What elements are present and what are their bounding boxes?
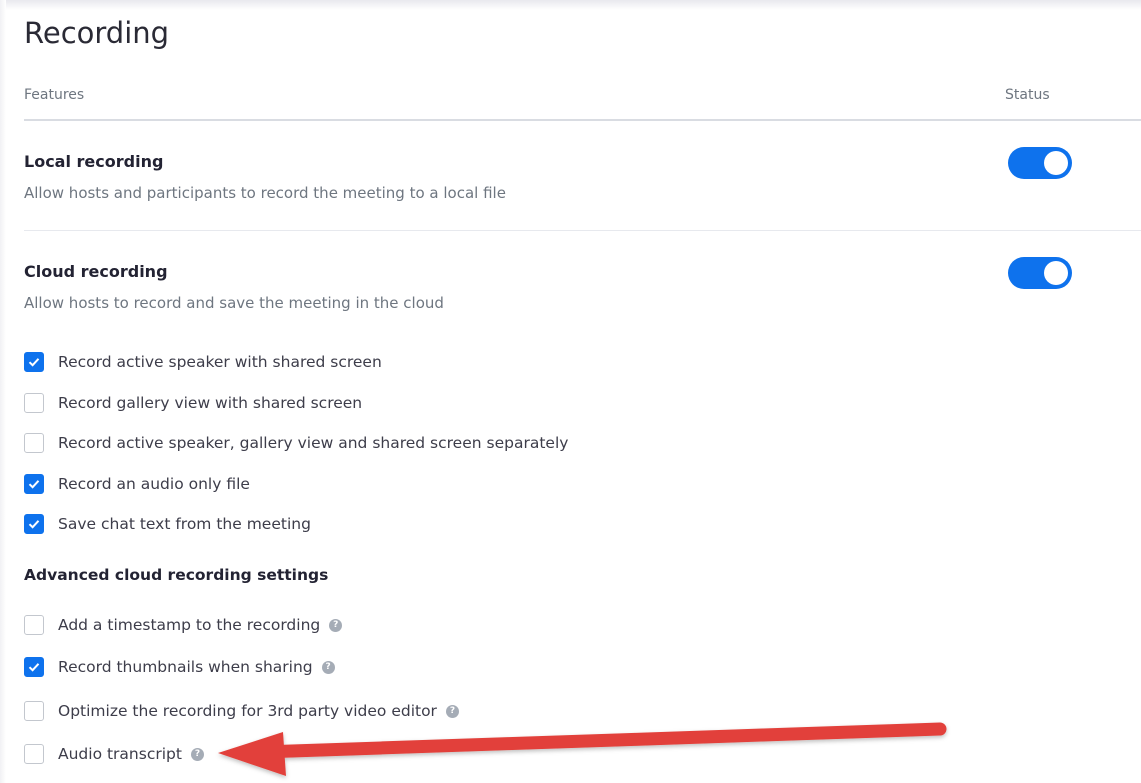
red-arrow-annotation [218,722,947,776]
